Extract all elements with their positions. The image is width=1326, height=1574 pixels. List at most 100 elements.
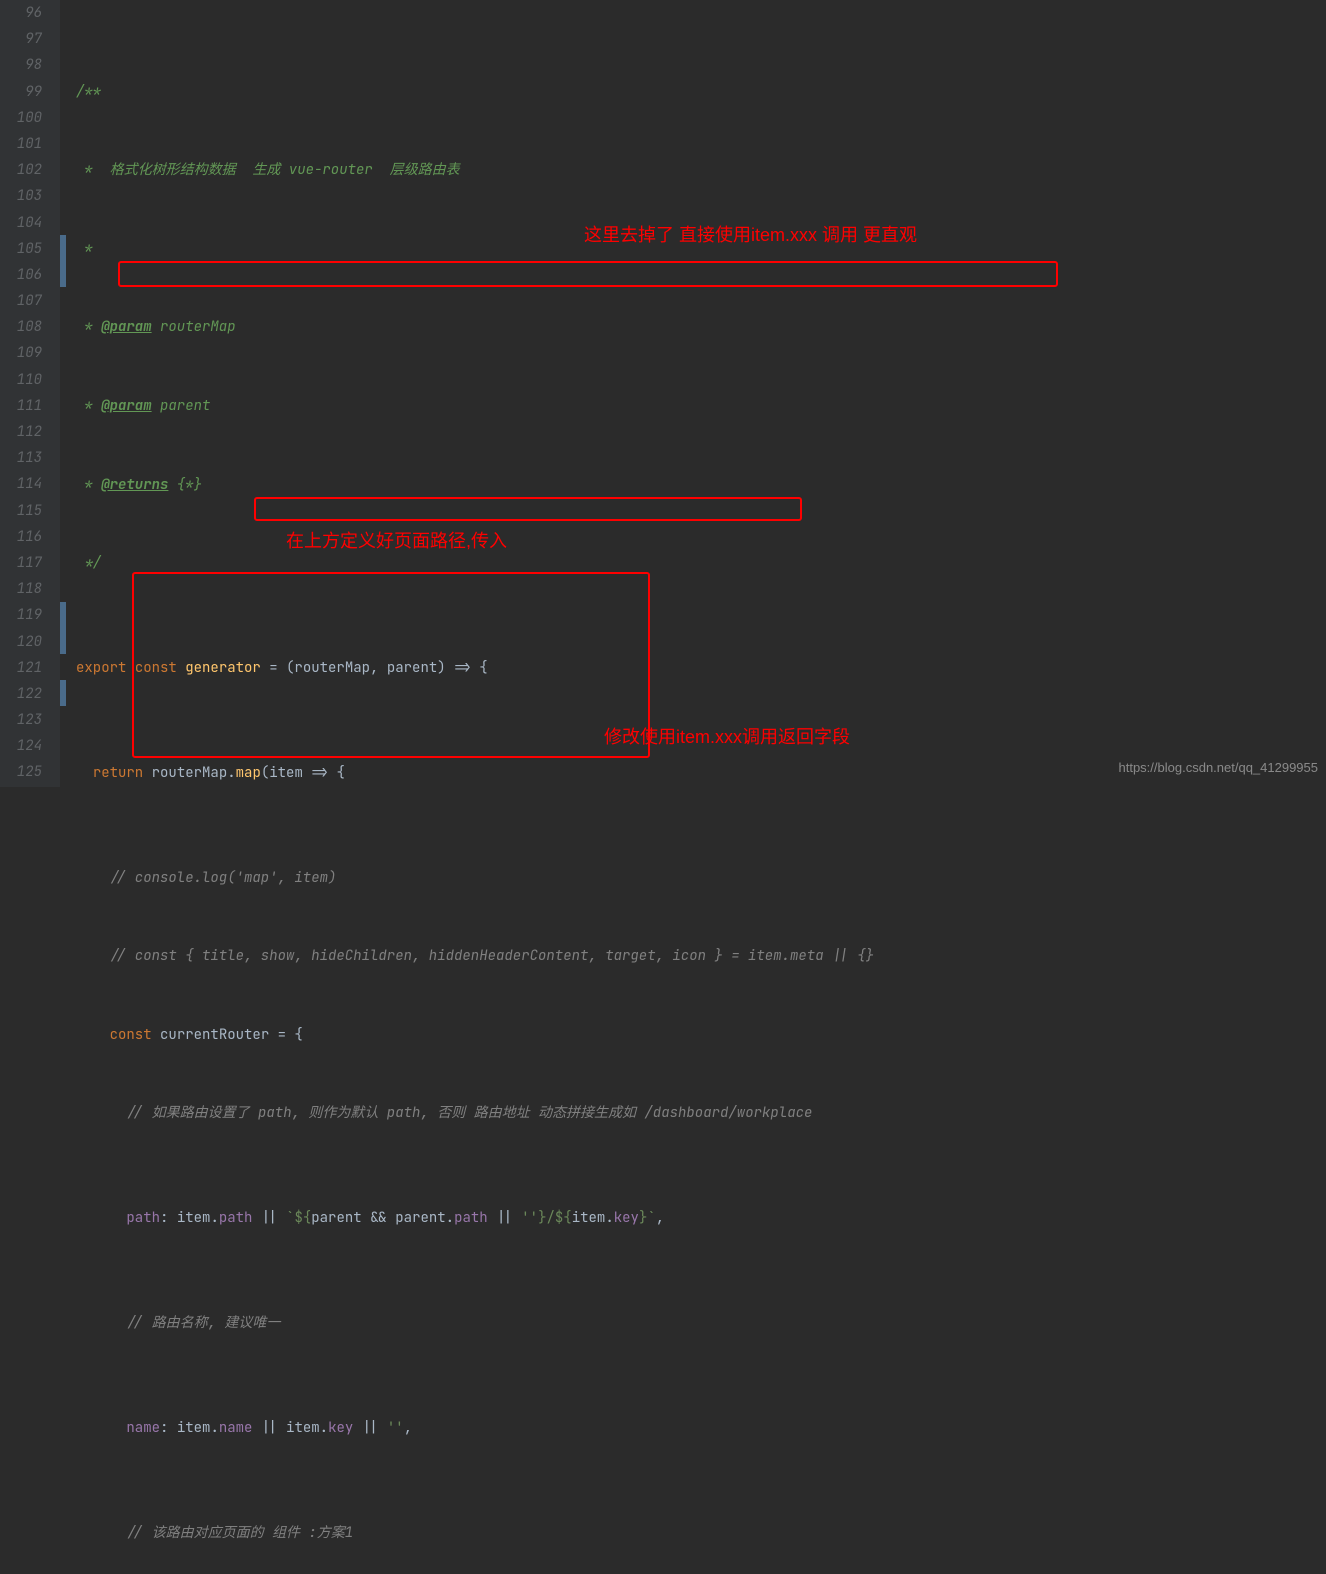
punc: && (370, 1209, 395, 1227)
punc: || (261, 1419, 286, 1437)
punc: , (404, 1419, 412, 1437)
line-number: 96 (0, 0, 42, 26)
line-number: 122 (0, 681, 42, 707)
line-number: 98 (0, 52, 42, 78)
punc: . (227, 764, 235, 782)
kw-const: const (110, 1026, 160, 1044)
annotation-text-2: 在上方定义好页面路径,传入 (286, 528, 507, 554)
punc: . (320, 1419, 328, 1437)
template-str: `${ (286, 1209, 311, 1227)
template-str: }/ (538, 1209, 555, 1227)
line-number: 124 (0, 733, 42, 759)
param: routerMap (294, 659, 370, 677)
param: parent (387, 659, 437, 677)
line-number: 119 (0, 602, 42, 628)
template-str: ${ (555, 1209, 572, 1227)
code-editor[interactable]: 9697989910010110210310410510610710810911… (0, 0, 1326, 787)
punc: , (656, 1209, 664, 1227)
line-number: 106 (0, 262, 42, 288)
vcs-change-marker (60, 235, 66, 287)
method: map (236, 764, 261, 782)
kw-export: export (76, 659, 135, 677)
line-number: 104 (0, 210, 42, 236)
ident: item (286, 1419, 320, 1437)
punc: => { (311, 764, 345, 782)
prop: path (454, 1209, 496, 1227)
punc: || (496, 1209, 521, 1227)
ident: parent (311, 1209, 370, 1227)
line-number: 125 (0, 759, 42, 785)
prop: name (219, 1419, 261, 1437)
comment: // console.log('map', item) (110, 869, 337, 887)
punc: || (261, 1209, 286, 1227)
ident: item (572, 1209, 606, 1227)
punc: . (446, 1209, 454, 1227)
line-number: 114 (0, 471, 42, 497)
doc-param: parent (152, 397, 211, 415)
prop-key: name (126, 1419, 160, 1437)
annotation-box-1 (118, 261, 1058, 287)
punc: ( (261, 764, 269, 782)
doc-comment: */ (76, 554, 101, 572)
comment: // 路由名称, 建议唯一 (126, 1314, 280, 1332)
comment: // 如果路由设置了 path, 则作为默认 path, 否则 路由地址 动态拼… (126, 1104, 812, 1122)
punc: . (210, 1419, 218, 1437)
line-number: 113 (0, 445, 42, 471)
annotation-box-2 (254, 497, 802, 521)
line-number: 105 (0, 236, 42, 262)
line-number: 116 (0, 524, 42, 550)
line-number: 97 (0, 26, 42, 52)
fold-column (60, 0, 74, 787)
doc-comment: * (76, 318, 101, 336)
punc: . (210, 1209, 218, 1227)
line-number: 99 (0, 79, 42, 105)
doc-comment: * (76, 476, 101, 494)
doc-return: {*} (168, 476, 202, 494)
line-number: 102 (0, 157, 42, 183)
comment: // 该路由对应页面的 组件 :方案1 (126, 1524, 353, 1542)
punc: : (160, 1419, 177, 1437)
kw-return: return (93, 764, 152, 782)
ident: currentRouter (160, 1026, 278, 1044)
doc-comment: * 格式化树形结构数据 生成 vue-router 层级路由表 (76, 161, 460, 179)
doc-tag: @param (101, 318, 151, 336)
ident: item (177, 1209, 211, 1227)
line-number: 121 (0, 655, 42, 681)
str: '' (387, 1419, 404, 1437)
prop: path (219, 1209, 261, 1227)
punc: || (362, 1419, 387, 1437)
line-number: 110 (0, 367, 42, 393)
func-name: generator (185, 659, 269, 677)
vcs-change-marker (60, 602, 66, 654)
line-number: 120 (0, 629, 42, 655)
line-number: 100 (0, 105, 42, 131)
punc: ) => { (437, 659, 487, 677)
doc-comment: /** (76, 83, 101, 101)
ident: routerMap (152, 764, 228, 782)
line-number: 117 (0, 550, 42, 576)
line-number: 123 (0, 707, 42, 733)
doc-tag: @returns (101, 476, 168, 494)
punc: : (160, 1209, 177, 1227)
param: item (269, 764, 311, 782)
line-number: 111 (0, 393, 42, 419)
code-area[interactable]: /** * 格式化树形结构数据 生成 vue-router 层级路由表 * * … (74, 0, 1326, 787)
comment: // const { title, show, hideChildren, hi… (110, 947, 874, 965)
punc: = ( (269, 659, 294, 677)
prop: key (328, 1419, 362, 1437)
prop: key (614, 1209, 639, 1227)
line-number: 101 (0, 131, 42, 157)
ident: parent (395, 1209, 445, 1227)
prop-key: path (126, 1209, 160, 1227)
line-number: 118 (0, 576, 42, 602)
vcs-change-marker (60, 680, 66, 706)
doc-comment: * (76, 240, 93, 258)
punc: , (370, 659, 387, 677)
line-number: 107 (0, 288, 42, 314)
doc-comment: * (76, 397, 101, 415)
str: '' (521, 1209, 538, 1227)
kw-const: const (135, 659, 185, 677)
annotation-text-3: 修改使用item.xxx调用返回字段 (604, 724, 850, 750)
punc: . (605, 1209, 613, 1227)
line-number: 108 (0, 314, 42, 340)
